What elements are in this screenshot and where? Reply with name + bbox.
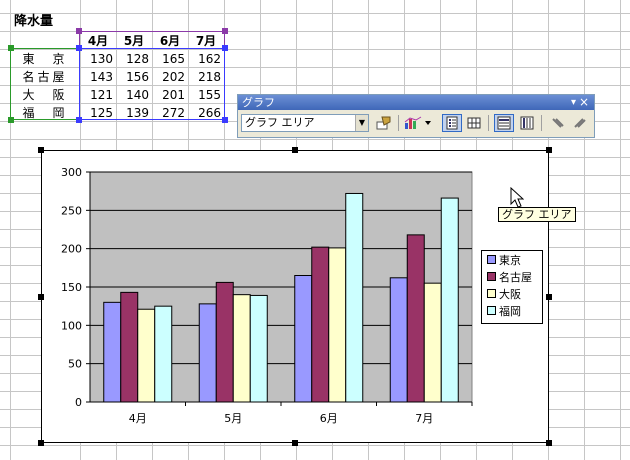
- chart-legend[interactable]: 東京 名古屋 大阪 福岡: [481, 250, 543, 324]
- chart-area[interactable]: 0 50 100 150 200 250 300 4月 5月 6月 7月: [41, 150, 549, 443]
- chart-resize-handle[interactable]: [546, 294, 552, 300]
- y-tick-label: 50: [68, 358, 82, 371]
- range-handle[interactable]: [8, 117, 14, 123]
- range-handle[interactable]: [222, 117, 228, 123]
- legend-swatch: [487, 306, 496, 315]
- bar: [137, 308, 156, 403]
- chart-objects-value: グラフ エリア: [245, 116, 315, 129]
- by-column-icon[interactable]: [517, 114, 537, 132]
- y-tick-label: 150: [61, 281, 82, 294]
- toolbar-close-icon[interactable]: ×: [579, 95, 589, 110]
- bar: [328, 247, 347, 403]
- chart-toolbar[interactable]: グラフ ▾ × グラフ エリア ▼: [237, 94, 595, 138]
- chart-resize-handle[interactable]: [38, 294, 44, 300]
- y-tick-label: 100: [61, 319, 82, 332]
- toolbar-options-icon[interactable]: ▾: [571, 95, 576, 110]
- chart-resize-handle[interactable]: [292, 147, 298, 153]
- bar: [389, 277, 408, 403]
- legend-item: 東京: [487, 253, 521, 269]
- bar: [154, 305, 173, 403]
- legend-swatch: [487, 255, 496, 264]
- x-tick-label: 6月: [320, 412, 338, 425]
- legend-label: 東京: [499, 254, 521, 267]
- bar: [120, 291, 139, 403]
- legend-item: 福岡: [487, 304, 521, 320]
- sheet-title: 降水量: [14, 14, 54, 29]
- category-range: [10, 48, 80, 120]
- bar: [440, 197, 459, 403]
- chart-resize-handle[interactable]: [38, 147, 44, 153]
- toolbar-title: グラフ: [242, 96, 275, 109]
- x-tick-label: 5月: [224, 412, 242, 425]
- chart-plot[interactable]: 0 50 100 150 200 250 300 4月 5月 6月 7月: [42, 151, 548, 442]
- chart-resize-handle[interactable]: [292, 440, 298, 446]
- x-tick-label: 4月: [129, 412, 147, 425]
- chart-resize-handle[interactable]: [546, 440, 552, 446]
- x-tick-label: 7月: [415, 412, 433, 425]
- bar: [423, 282, 442, 403]
- y-tick-label: 200: [61, 243, 82, 256]
- toolbar-title-bar[interactable]: グラフ ▾ ×: [238, 95, 594, 110]
- angle-up-icon[interactable]: [570, 114, 590, 132]
- range-handle[interactable]: [8, 45, 14, 51]
- legend-icon[interactable]: [442, 114, 462, 132]
- bar: [406, 234, 425, 403]
- range-handle[interactable]: [222, 28, 228, 34]
- y-tick-label: 0: [75, 396, 82, 409]
- range-handle[interactable]: [222, 45, 228, 51]
- chart-objects-dropdown[interactable]: グラフ エリア ▼: [241, 114, 369, 132]
- range-handle[interactable]: [76, 28, 82, 34]
- y-tick-label: 300: [61, 166, 82, 179]
- range-handle[interactable]: [76, 117, 82, 123]
- legend-item: 大阪: [487, 287, 521, 303]
- series-name-range: [79, 31, 225, 49]
- chevron-down-icon[interactable]: ▼: [355, 115, 368, 131]
- bar: [294, 275, 313, 403]
- range-handle[interactable]: [76, 45, 82, 51]
- legend-swatch: [487, 289, 496, 298]
- value-range: [79, 48, 225, 120]
- legend-label: 大阪: [499, 288, 521, 301]
- legend-item: 名古屋: [487, 270, 532, 286]
- bar: [103, 301, 122, 403]
- legend-swatch: [487, 272, 496, 281]
- chart-type-icon[interactable]: [403, 114, 433, 132]
- format-selected-icon[interactable]: [374, 114, 394, 132]
- legend-label: 名古屋: [499, 271, 532, 284]
- bar: [232, 294, 251, 403]
- bar: [345, 192, 364, 403]
- bar: [198, 303, 217, 403]
- by-row-icon[interactable]: [494, 114, 514, 132]
- bar: [215, 281, 234, 403]
- legend-label: 福岡: [499, 305, 521, 318]
- bar: [311, 246, 330, 403]
- data-table-icon[interactable]: [464, 114, 484, 132]
- tooltip: グラフ エリア: [498, 207, 576, 222]
- mouse-cursor-icon: [510, 187, 524, 208]
- bar: [249, 294, 268, 403]
- angle-down-icon[interactable]: [548, 114, 568, 132]
- chart-resize-handle[interactable]: [546, 147, 552, 153]
- chart-resize-handle[interactable]: [38, 440, 44, 446]
- y-tick-label: 250: [61, 204, 82, 217]
